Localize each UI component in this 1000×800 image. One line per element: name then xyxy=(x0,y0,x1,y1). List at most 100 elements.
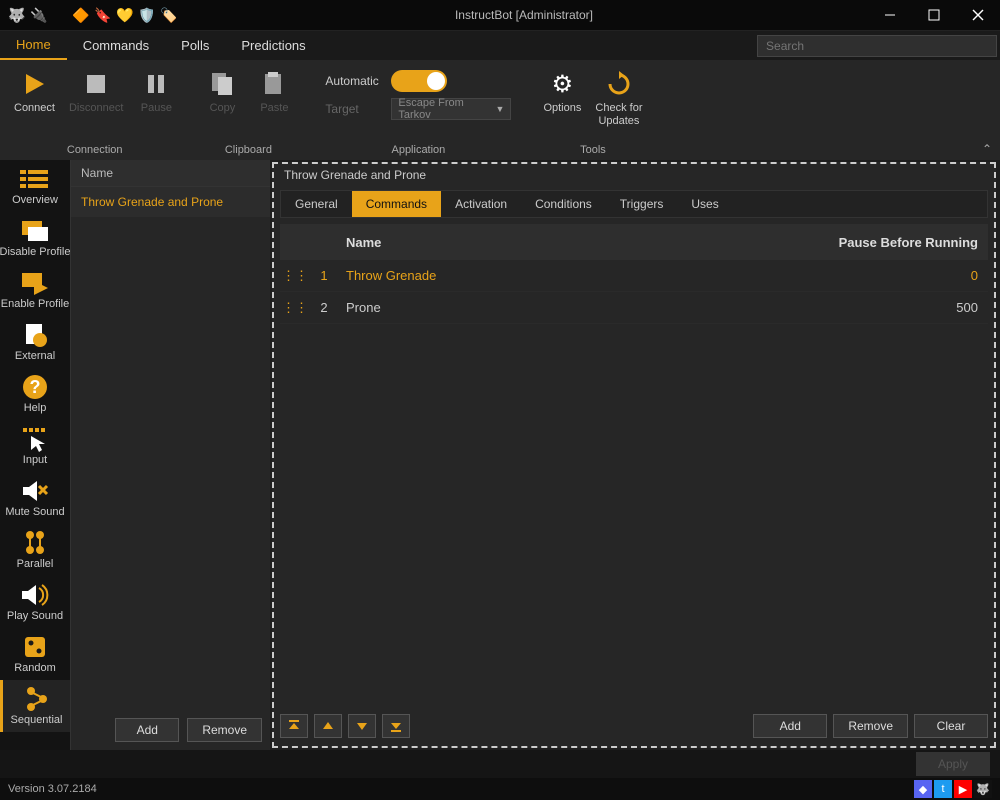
move-up-button[interactable] xyxy=(314,714,342,738)
check-updates-button[interactable]: Check for Updates xyxy=(589,64,648,142)
paste-button[interactable]: Paste xyxy=(249,64,299,142)
move-top-button[interactable] xyxy=(280,714,308,738)
wolf-status-icon[interactable]: 🐺 xyxy=(974,780,992,798)
heart-icon: 💛 xyxy=(114,4,136,26)
rail-external[interactable]: External xyxy=(0,316,70,368)
etab-general[interactable]: General xyxy=(281,191,352,217)
rail-disable-profile[interactable]: Disable Profile xyxy=(0,212,70,264)
target-label: Target xyxy=(325,102,383,116)
editor-clear-button[interactable]: Clear xyxy=(914,714,988,738)
drag-handle-icon[interactable]: ⋮⋮ xyxy=(280,300,310,316)
etab-commands[interactable]: Commands xyxy=(352,191,441,217)
editor-panel: Throw Grenade and Prone General Commands… xyxy=(272,162,996,748)
rail-input[interactable]: Input xyxy=(0,420,70,472)
discord-icon[interactable]: ◆ xyxy=(914,780,932,798)
list-add-button[interactable]: Add xyxy=(115,718,179,742)
disconnect-button[interactable]: Disconnect xyxy=(63,64,129,142)
automatic-toggle[interactable] xyxy=(391,70,447,92)
shield-icon: 🛡️ xyxy=(136,4,158,26)
rail-sequential[interactable]: Sequential xyxy=(0,680,70,732)
row-index: 1 xyxy=(310,268,338,283)
twitter-icon[interactable]: t xyxy=(934,780,952,798)
close-button[interactable] xyxy=(956,0,1000,30)
rail-random[interactable]: Random xyxy=(0,628,70,680)
list-header-name[interactable]: Name xyxy=(71,160,270,187)
etab-triggers[interactable]: Triggers xyxy=(606,191,678,217)
tab-commands[interactable]: Commands xyxy=(67,31,165,60)
minimize-button[interactable] xyxy=(868,0,912,30)
group-tools: Tools xyxy=(537,142,648,158)
tab-home[interactable]: Home xyxy=(0,31,67,60)
maximize-button[interactable] xyxy=(912,0,956,30)
stop-icon xyxy=(80,68,112,100)
tab-polls[interactable]: Polls xyxy=(165,31,225,60)
profile-list-panel: Name Throw Grenade and Prone Add Remove xyxy=(70,160,270,750)
sequential-icon xyxy=(20,684,54,714)
version-label: Version 3.07.2184 xyxy=(8,783,97,795)
titlebar-app-icons: 🐺 🔌 🔶 🔖 💛 🛡️ 🏷️ xyxy=(0,4,180,26)
group-clipboard: Clipboard xyxy=(197,142,299,158)
paste-icon xyxy=(258,68,290,100)
ribbon: Connect Disconnect Pause Connection Copy… xyxy=(0,60,1000,160)
list-item[interactable]: Throw Grenade and Prone xyxy=(71,187,270,217)
editor-add-button[interactable]: Add xyxy=(753,714,827,738)
rail-help[interactable]: ?Help xyxy=(0,368,70,420)
card-play-icon xyxy=(18,268,52,298)
svg-text:?: ? xyxy=(30,377,41,397)
refresh-icon xyxy=(603,68,635,100)
search-input[interactable] xyxy=(757,35,997,57)
rail-parallel[interactable]: Parallel xyxy=(0,524,70,576)
card-dark-icon xyxy=(18,216,52,246)
etab-uses[interactable]: Uses xyxy=(677,191,732,217)
options-button[interactable]: ⚙ Options xyxy=(537,64,587,142)
dice-icon xyxy=(18,632,52,662)
rail-enable-profile[interactable]: Enable Profile xyxy=(0,264,70,316)
row-index: 2 xyxy=(310,300,338,315)
window-title: InstructBot [Administrator] xyxy=(180,8,868,22)
pause-icon xyxy=(140,68,172,100)
group-connection: Connection xyxy=(8,142,181,158)
menu-bar: Home Commands Polls Predictions 🔍 xyxy=(0,30,1000,60)
move-down-button[interactable] xyxy=(348,714,376,738)
bits-icon: 🔶 xyxy=(70,4,92,26)
ribbon-collapse-button[interactable]: ⌃ xyxy=(982,142,992,156)
col-pause[interactable]: Pause Before Running xyxy=(828,235,988,250)
list-remove-button[interactable]: Remove xyxy=(187,718,262,742)
rail-play-sound[interactable]: Play Sound xyxy=(0,576,70,628)
youtube-icon[interactable]: ▶ xyxy=(954,780,972,798)
row-name: Throw Grenade xyxy=(338,268,828,283)
move-bottom-button[interactable] xyxy=(382,714,410,738)
status-bar: Version 3.07.2184 ◆ t ▶ 🐺 xyxy=(0,778,1000,800)
rail-mute-sound[interactable]: Mute Sound xyxy=(0,472,70,524)
command-row[interactable]: ⋮⋮ 1 Throw Grenade 0 xyxy=(280,260,988,292)
wolf-icon: 🐺 xyxy=(6,4,28,26)
rail-overview[interactable]: Overview xyxy=(0,160,70,212)
target-dropdown[interactable]: Escape From Tarkov▼ xyxy=(391,98,511,120)
connect-button[interactable]: Connect xyxy=(8,64,61,142)
col-name[interactable]: Name xyxy=(338,235,828,250)
row-pause: 500 xyxy=(828,300,988,315)
tool-rail: Overview Disable Profile Enable Profile … xyxy=(0,160,70,750)
plug-icon: 🔌 xyxy=(28,4,50,26)
chevron-down-icon: ▼ xyxy=(495,104,504,114)
badge-icon: 🏷️ xyxy=(158,4,180,26)
pause-button[interactable]: Pause xyxy=(131,64,181,142)
gear-icon: ⚙ xyxy=(546,68,578,100)
file-gear-icon xyxy=(18,320,52,350)
speaker-icon xyxy=(18,580,52,610)
editor-remove-button[interactable]: Remove xyxy=(833,714,908,738)
etab-activation[interactable]: Activation xyxy=(441,191,521,217)
title-bar: 🐺 🔌 🔶 🔖 💛 🛡️ 🏷️ InstructBot [Administrat… xyxy=(0,0,1000,30)
row-name: Prone xyxy=(338,300,828,315)
command-table-header: Name Pause Before Running xyxy=(280,224,988,260)
command-row[interactable]: ⋮⋮ 2 Prone 500 xyxy=(280,292,988,324)
editor-title: Throw Grenade and Prone xyxy=(274,164,994,186)
mute-icon xyxy=(18,476,52,506)
drag-handle-icon[interactable]: ⋮⋮ xyxy=(280,268,310,284)
bottom-bar: Apply xyxy=(0,750,1000,778)
play-icon xyxy=(18,68,50,100)
copy-button[interactable]: Copy xyxy=(197,64,247,142)
tab-predictions[interactable]: Predictions xyxy=(225,31,321,60)
apply-button[interactable]: Apply xyxy=(916,752,990,776)
etab-conditions[interactable]: Conditions xyxy=(521,191,606,217)
